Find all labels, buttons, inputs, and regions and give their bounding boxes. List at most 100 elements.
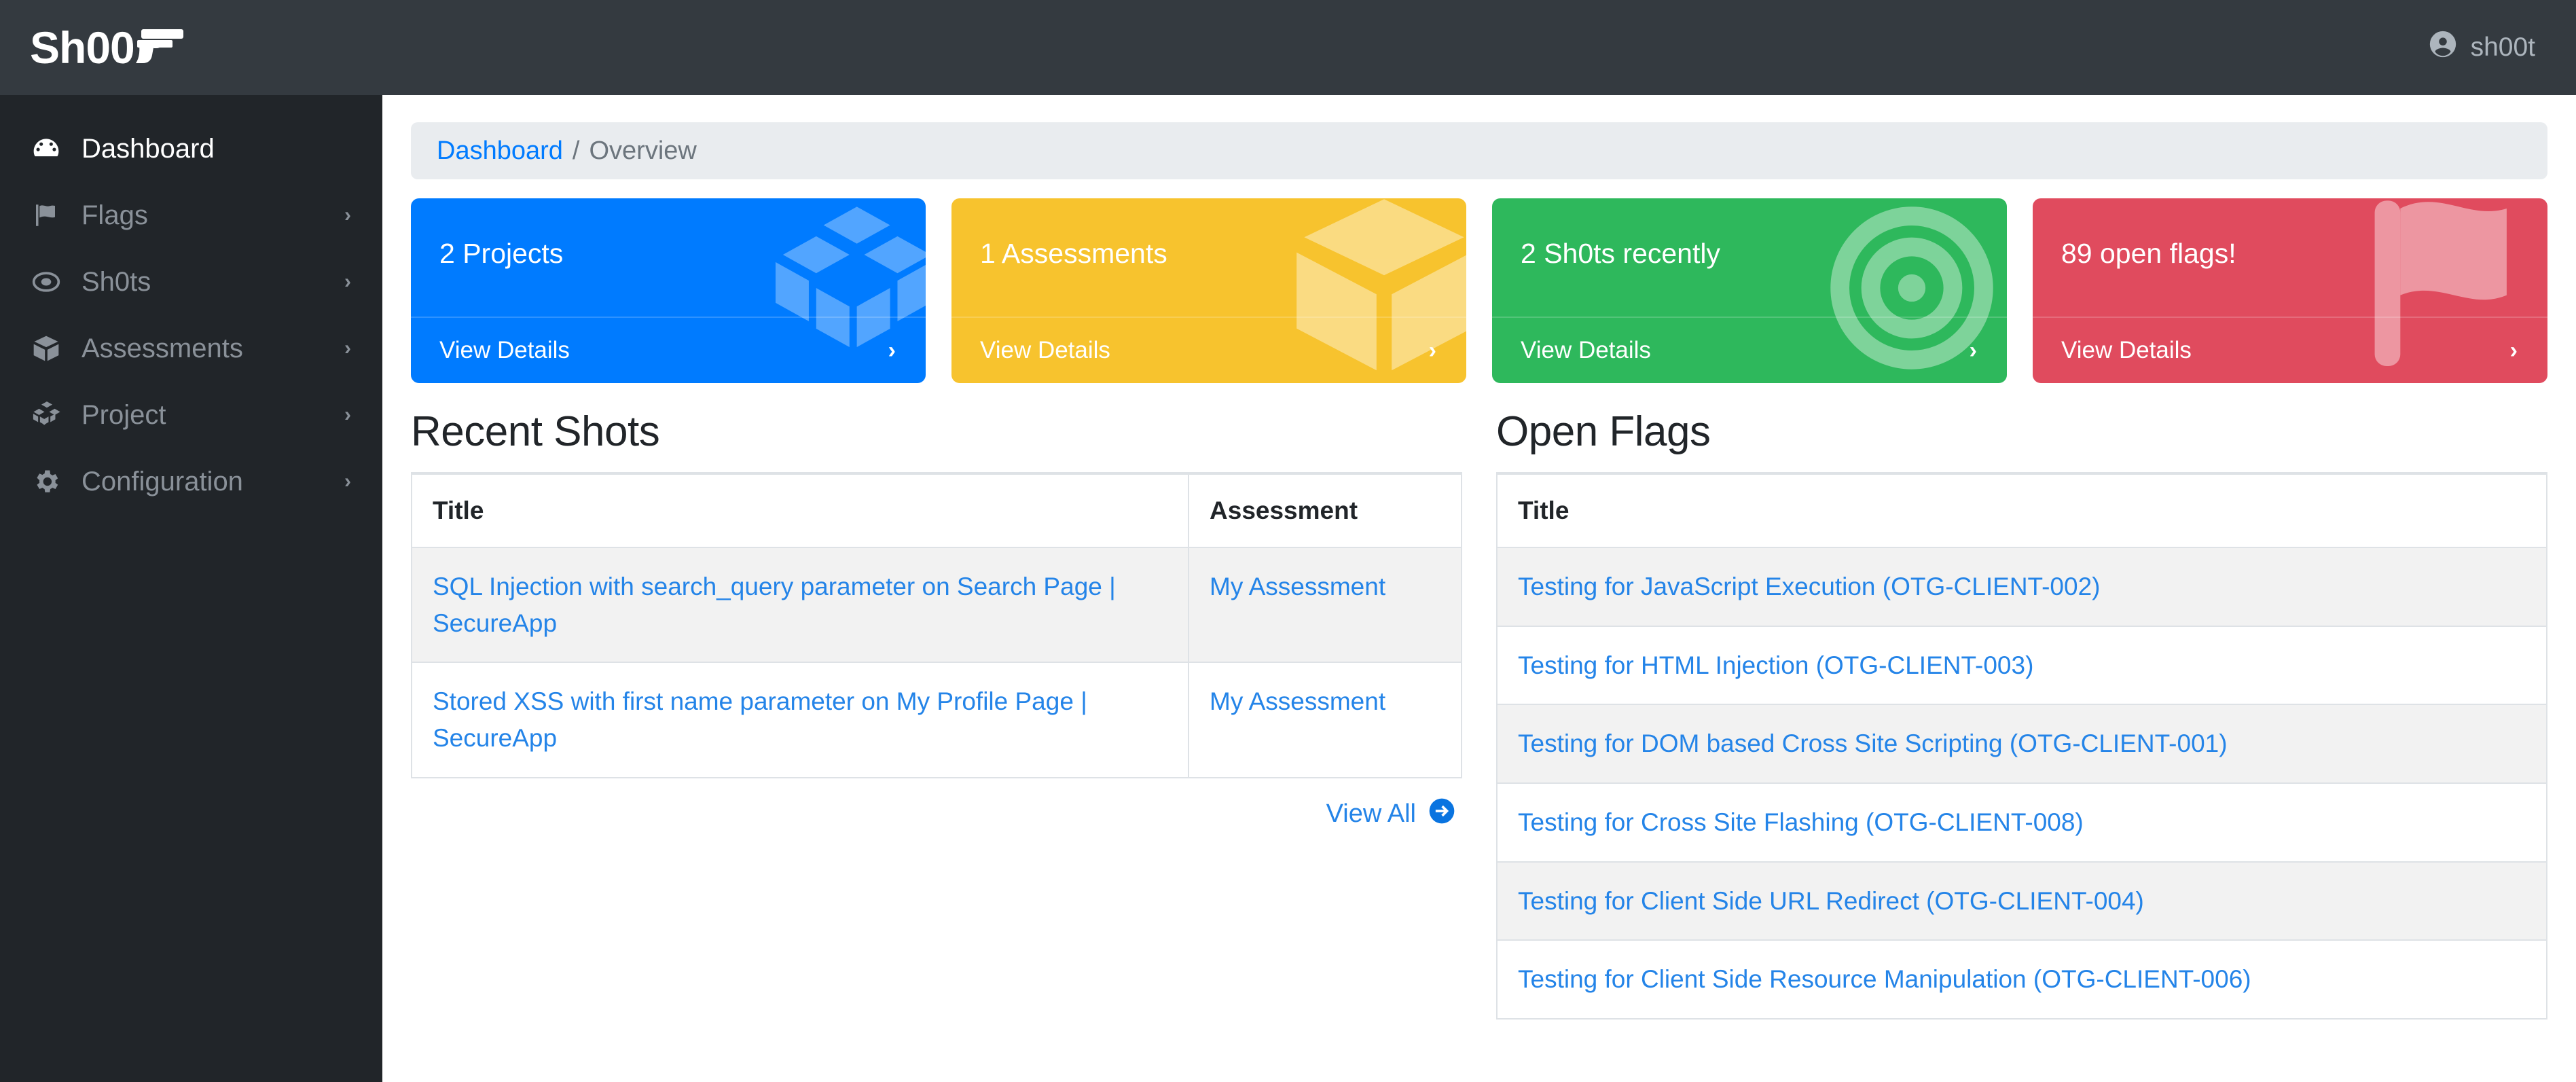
sidebar-item-assessments[interactable]: Assessments › (0, 315, 382, 382)
user-menu[interactable]: sh00t (2427, 29, 2535, 67)
breadcrumb-separator: / (572, 136, 580, 165)
panels-row: Recent Shots Title Assessment SQL Inject… (410, 408, 2547, 1020)
cell-title: Testing for JavaScript Execution (OTG-CL… (1496, 547, 2547, 627)
gear-icon (31, 467, 68, 497)
chevron-right-icon: › (1428, 337, 1436, 363)
stat-card-shots[interactable]: 2 Sh0ts recently View Details › (1492, 198, 2007, 383)
shot-title-link[interactable]: Stored XSS with first name parameter on … (433, 687, 1087, 752)
stat-card-projects[interactable]: 2 Projects View Details › (411, 198, 926, 383)
pistol-icon (132, 25, 185, 71)
table-row: Testing for DOM based Cross Site Scripti… (1496, 704, 2547, 784)
cell-title: SQL Injection with search_query paramete… (410, 546, 1190, 664)
breadcrumb-current: Overview (589, 136, 697, 165)
top-header: Sh00 sh00t (0, 0, 2576, 95)
stat-card-assessments[interactable]: 1 Assessments View Details › (951, 198, 1466, 383)
view-details-label: View Details (2061, 337, 2192, 363)
breadcrumb-link-dashboard[interactable]: Dashboard (437, 137, 563, 166)
chevron-right-icon: › (1969, 337, 1977, 363)
assessment-link[interactable]: My Assessment (1210, 687, 1385, 715)
table-row: Testing for JavaScript Execution (OTG-CL… (1496, 547, 2547, 627)
chevron-right-icon: › (344, 270, 351, 293)
cell-assessment: My Assessment (1188, 662, 1462, 778)
column-header-assessment: Assessment (1188, 472, 1462, 548)
stat-card-value: 2 Projects (439, 238, 564, 269)
stat-card-value: 89 open flags! (2061, 238, 2236, 269)
sidebar-item-label: Assessments (81, 333, 243, 363)
table-row: Testing for Client Side Resource Manipul… (1496, 939, 2547, 1020)
bullseye-icon (31, 267, 68, 297)
table-row: SQL Injection with search_query paramete… (410, 546, 1462, 664)
flag-title-link[interactable]: Testing for Client Side Resource Manipul… (1518, 965, 2251, 993)
breadcrumb: Dashboard / Overview (411, 122, 2547, 179)
user-circle-icon (2427, 29, 2459, 67)
flag-title-link[interactable]: Testing for HTML Injection (OTG-CLIENT-0… (1518, 651, 2033, 679)
view-all-link[interactable]: View All (411, 796, 1462, 833)
view-details-label: View Details (1521, 337, 1651, 363)
sidebar-item-label: Configuration (81, 466, 243, 497)
view-all-label: View All (1326, 799, 1416, 829)
cell-title: Testing for Cross Site Flashing (OTG-CLI… (1496, 782, 2547, 863)
flag-title-link[interactable]: Testing for JavaScript Execution (OTG-CL… (1518, 573, 2100, 600)
cell-assessment: My Assessment (1188, 546, 1462, 664)
chevron-right-icon: › (2509, 337, 2518, 363)
chevron-right-icon: › (888, 337, 896, 363)
view-details-label: View Details (439, 337, 570, 363)
recent-shots-panel: Recent Shots Title Assessment SQL Inject… (410, 408, 1462, 1020)
sidebar-item-project[interactable]: Project › (0, 382, 382, 448)
chevron-right-icon: › (344, 337, 351, 359)
chevron-right-icon: › (344, 204, 351, 226)
chevron-right-icon: › (344, 470, 351, 492)
sidebar-item-label: Project (81, 399, 166, 430)
cell-title: Testing for Client Side URL Redirect (OT… (1496, 861, 2547, 941)
chevron-right-icon: › (344, 403, 351, 426)
stat-card-value: 2 Sh0ts recently (1521, 238, 1720, 269)
table-header-row: Title (1496, 472, 2547, 548)
sidebar-navigation: Dashboard Flags › Sh0ts › Assessments › (0, 95, 382, 1082)
recent-shots-table: Title Assessment SQL Injection with sear… (410, 472, 1462, 778)
brand-logo[interactable]: Sh00 (30, 0, 185, 95)
table-row: Testing for Client Side URL Redirect (OT… (1496, 861, 2547, 941)
flag-title-link[interactable]: Testing for Cross Site Flashing (OTG-CLI… (1518, 808, 2084, 836)
arrow-circle-right-icon (1427, 796, 1457, 833)
table-row: Testing for Cross Site Flashing (OTG-CLI… (1496, 782, 2547, 863)
cell-title: Stored XSS with first name parameter on … (410, 662, 1190, 778)
column-header-title: Title (410, 472, 1190, 548)
stat-card-footer[interactable]: View Details › (951, 317, 1466, 383)
sidebar-item-label: Sh0ts (81, 266, 151, 297)
stat-card-open-flags[interactable]: 89 open flags! View Details › (2033, 198, 2547, 383)
stat-card-footer[interactable]: View Details › (411, 317, 926, 383)
open-flags-panel: Open Flags Title Testing for JavaScript … (1496, 408, 2547, 1020)
sidebar-item-label: Flags (81, 200, 148, 230)
sidebar-item-dashboard[interactable]: Dashboard (0, 115, 382, 182)
table-row: Stored XSS with first name parameter on … (410, 662, 1462, 778)
stat-card-footer[interactable]: View Details › (2033, 317, 2547, 383)
cell-title: Testing for DOM based Cross Site Scripti… (1496, 704, 2547, 784)
flag-title-link[interactable]: Testing for DOM based Cross Site Scripti… (1518, 729, 2228, 757)
flag-icon (31, 201, 68, 230)
sidebar-item-sh0ts[interactable]: Sh0ts › (0, 249, 382, 315)
main-content: Dashboard / Overview 2 Projects View Det… (382, 95, 2576, 1082)
table-header-row: Title Assessment (410, 472, 1462, 548)
stat-card-footer[interactable]: View Details › (1492, 317, 2007, 383)
cell-title: Testing for Client Side Resource Manipul… (1496, 939, 2547, 1020)
table-row: Testing for HTML Injection (OTG-CLIENT-0… (1496, 625, 2547, 706)
page-title-open-flags: Open Flags (1496, 408, 1711, 455)
brand-text: Sh00 (30, 22, 135, 73)
stat-cards-row: 2 Projects View Details › 1 Assessments … (411, 198, 2547, 383)
flag-title-link[interactable]: Testing for Client Side URL Redirect (OT… (1518, 887, 2144, 915)
view-details-label: View Details (980, 337, 1110, 363)
column-header-title: Title (1496, 472, 2547, 548)
cubes-icon (31, 399, 68, 431)
cell-title: Testing for HTML Injection (OTG-CLIENT-0… (1496, 625, 2547, 706)
open-flags-table: Title Testing for JavaScript Execution (… (1496, 472, 2547, 1020)
sidebar-item-configuration[interactable]: Configuration › (0, 448, 382, 515)
page-title-recent-shots: Recent Shots (411, 408, 660, 455)
sidebar-item-label: Dashboard (81, 133, 215, 164)
box-icon (31, 333, 68, 363)
shot-title-link[interactable]: SQL Injection with search_query paramete… (433, 573, 1116, 637)
stat-card-value: 1 Assessments (980, 238, 1167, 269)
sidebar-item-flags[interactable]: Flags › (0, 182, 382, 249)
tachometer-icon (31, 134, 68, 164)
assessment-link[interactable]: My Assessment (1210, 573, 1385, 600)
user-name-label: sh00t (2470, 33, 2535, 62)
